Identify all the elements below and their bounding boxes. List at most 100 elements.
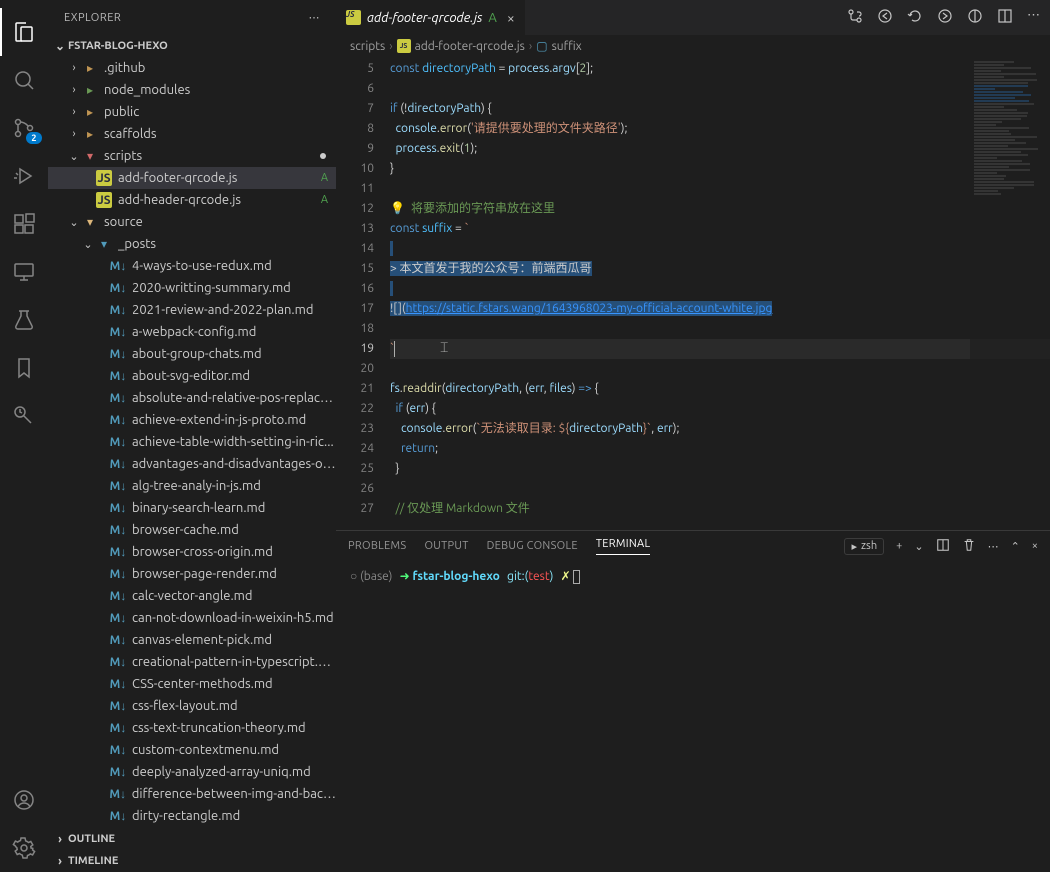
tree-file[interactable]: M↓calc-vector-angle.md	[48, 585, 336, 607]
tree-file[interactable]: JSadd-header-qrcode.jsA	[48, 189, 336, 211]
markdown-icon: M↓	[110, 258, 126, 274]
tree-file[interactable]: M↓can-not-download-in-weixin-h5.md	[48, 607, 336, 629]
activity-bar: 2	[0, 0, 48, 872]
account-icon[interactable]	[0, 776, 48, 824]
tree-file[interactable]: M↓css-flex-layout.md	[48, 695, 336, 717]
extensions-icon[interactable]	[0, 200, 48, 248]
file-tree[interactable]: ›▸.github›▸node_modules›▸public›▸scaffol…	[48, 57, 336, 828]
tree-file[interactable]: M↓2021-review-and-2022-plan.md	[48, 299, 336, 321]
tree-file[interactable]: M↓4-ways-to-use-redux.md	[48, 255, 336, 277]
prompt-git: git:(	[507, 570, 528, 583]
tab-debug-console[interactable]: DEBUG CONSOLE	[487, 540, 578, 552]
markdown-icon: M↓	[110, 500, 126, 516]
sidebar-more-icon[interactable]: ⋯	[309, 11, 321, 24]
js-icon: JS	[96, 192, 112, 208]
breadcrumb-file[interactable]: add-footer-qrcode.js	[415, 40, 525, 53]
tab-file[interactable]: JS add-footer-qrcode.js A ×	[336, 0, 526, 35]
minimap[interactable]	[970, 57, 1050, 530]
tree-file[interactable]: JSadd-footer-qrcode.jsA	[48, 167, 336, 189]
tree-folder[interactable]: ⌄▾source	[48, 211, 336, 233]
tree-folder[interactable]: ⌄▾_posts	[48, 233, 336, 255]
run-next-icon[interactable]	[937, 8, 953, 27]
search-icon[interactable]	[0, 56, 48, 104]
tree-file[interactable]: M↓creational-pattern-in-typescript.md	[48, 651, 336, 673]
revert-icon[interactable]	[907, 8, 923, 27]
trash-icon[interactable]	[962, 538, 976, 555]
breadcrumbs[interactable]: scripts › JS add-footer-qrcode.js › ▢ su…	[336, 35, 1050, 57]
markdown-icon: M↓	[110, 324, 126, 340]
timeline-section[interactable]: ›TIMELINE	[48, 850, 336, 872]
debug-icon[interactable]	[0, 152, 48, 200]
git-status: A	[321, 172, 328, 184]
remote-icon[interactable]	[0, 248, 48, 296]
markdown-icon: M↓	[110, 412, 126, 428]
run-prev-icon[interactable]	[877, 8, 893, 27]
tab-problems[interactable]: PROBLEMS	[348, 540, 406, 552]
breadcrumb-folder[interactable]: scripts	[350, 40, 385, 53]
tree-file[interactable]: M↓difference-between-img-and-back...	[48, 783, 336, 805]
close-panel-icon[interactable]: ×	[1032, 540, 1038, 552]
project-section[interactable]: ⌄ FSTAR-BLOG-HEXO	[48, 35, 336, 57]
settings-icon[interactable]	[0, 824, 48, 872]
tree-file[interactable]: M↓dirty-rectangle.md	[48, 805, 336, 827]
markdown-icon: M↓	[110, 808, 126, 824]
tree-file[interactable]: M↓2020-writting-summary.md	[48, 277, 336, 299]
tree-file[interactable]: M↓about-group-chats.md	[48, 343, 336, 365]
tree-file[interactable]: M↓CSS-center-methods.md	[48, 673, 336, 695]
tree-folder[interactable]: ›▸scaffolds	[48, 123, 336, 145]
explorer-icon[interactable]	[0, 8, 48, 56]
toggle-diff-icon[interactable]	[967, 8, 983, 27]
tree-file[interactable]: M↓achieve-table-width-setting-in-ric...	[48, 431, 336, 453]
tree-item-label: browser-cache.md	[132, 523, 239, 537]
tree-file[interactable]: M↓about-svg-editor.md	[48, 365, 336, 387]
shell-selector[interactable]: ▸zsh	[844, 538, 884, 555]
compare-icon[interactable]	[847, 8, 863, 27]
tab-output[interactable]: OUTPUT	[424, 540, 468, 552]
breadcrumb-symbol[interactable]: suffix	[552, 40, 582, 53]
terminal-body[interactable]: ○ (base) ➜ fstar-blog-hexo git:(test) ✗	[336, 561, 1050, 872]
tab-terminal[interactable]: TERMINAL	[596, 538, 651, 555]
more-icon[interactable]: ⋯	[1027, 8, 1040, 27]
new-terminal-icon[interactable]: +	[896, 540, 902, 552]
tree-item-label: creational-pattern-in-typescript.md	[132, 655, 336, 669]
tree-file[interactable]: M↓absolute-and-relative-pos-replace...	[48, 387, 336, 409]
tree-folder[interactable]: ›▸.github	[48, 57, 336, 79]
outline-section[interactable]: ›OUTLINE	[48, 828, 336, 850]
terminal-dropdown-icon[interactable]: ⌄	[914, 540, 923, 553]
scm-icon[interactable]: 2	[0, 104, 48, 152]
tree-file[interactable]: M↓deeply-analyzed-array-uniq.md	[48, 761, 336, 783]
split-terminal-icon[interactable]	[936, 538, 950, 555]
project-name: FSTAR-BLOG-HEXO	[68, 40, 168, 52]
tree-file[interactable]: M↓a-webpack-config.md	[48, 321, 336, 343]
bookmark-icon[interactable]	[0, 344, 48, 392]
testing-icon[interactable]	[0, 296, 48, 344]
tree-item-label: add-footer-qrcode.js	[118, 171, 237, 185]
history-icon[interactable]	[0, 392, 48, 440]
tree-file[interactable]: M↓binary-search-learn.md	[48, 497, 336, 519]
more-icon[interactable]: ⋯	[988, 540, 999, 553]
close-icon[interactable]: ×	[507, 10, 515, 26]
split-icon[interactable]	[997, 8, 1013, 27]
tree-file[interactable]: M↓custom-contextmenu.md	[48, 739, 336, 761]
js-icon: JS	[397, 39, 411, 53]
code-content[interactable]: ⌶ const directoryPath = process.argv[2];…	[390, 57, 1050, 530]
maximize-icon[interactable]: ⌃	[1011, 540, 1020, 553]
editor[interactable]: 5678910111213141516171819202122232425262…	[336, 57, 1050, 530]
tree-folder[interactable]: ›▸public	[48, 101, 336, 123]
js-icon: JS	[346, 10, 361, 25]
markdown-icon: M↓	[110, 390, 126, 406]
folder-icon: ▾	[82, 148, 98, 164]
tree-file[interactable]: M↓advantages-and-disadvantages-of...	[48, 453, 336, 475]
tree-file[interactable]: M↓alg-tree-analy-in-js.md	[48, 475, 336, 497]
tree-folder[interactable]: ›▸node_modules	[48, 79, 336, 101]
tree-item-label: .github	[104, 61, 145, 75]
git-status: A	[321, 194, 328, 206]
tree-file[interactable]: M↓browser-page-render.md	[48, 563, 336, 585]
tree-file[interactable]: M↓css-text-truncation-theory.md	[48, 717, 336, 739]
tree-file[interactable]: M↓browser-cross-origin.md	[48, 541, 336, 563]
tree-file[interactable]: M↓browser-cache.md	[48, 519, 336, 541]
tree-folder[interactable]: ⌄▾scripts	[48, 145, 336, 167]
tree-file[interactable]: M↓achieve-extend-in-js-proto.md	[48, 409, 336, 431]
markdown-icon: M↓	[110, 610, 126, 626]
tree-file[interactable]: M↓canvas-element-pick.md	[48, 629, 336, 651]
